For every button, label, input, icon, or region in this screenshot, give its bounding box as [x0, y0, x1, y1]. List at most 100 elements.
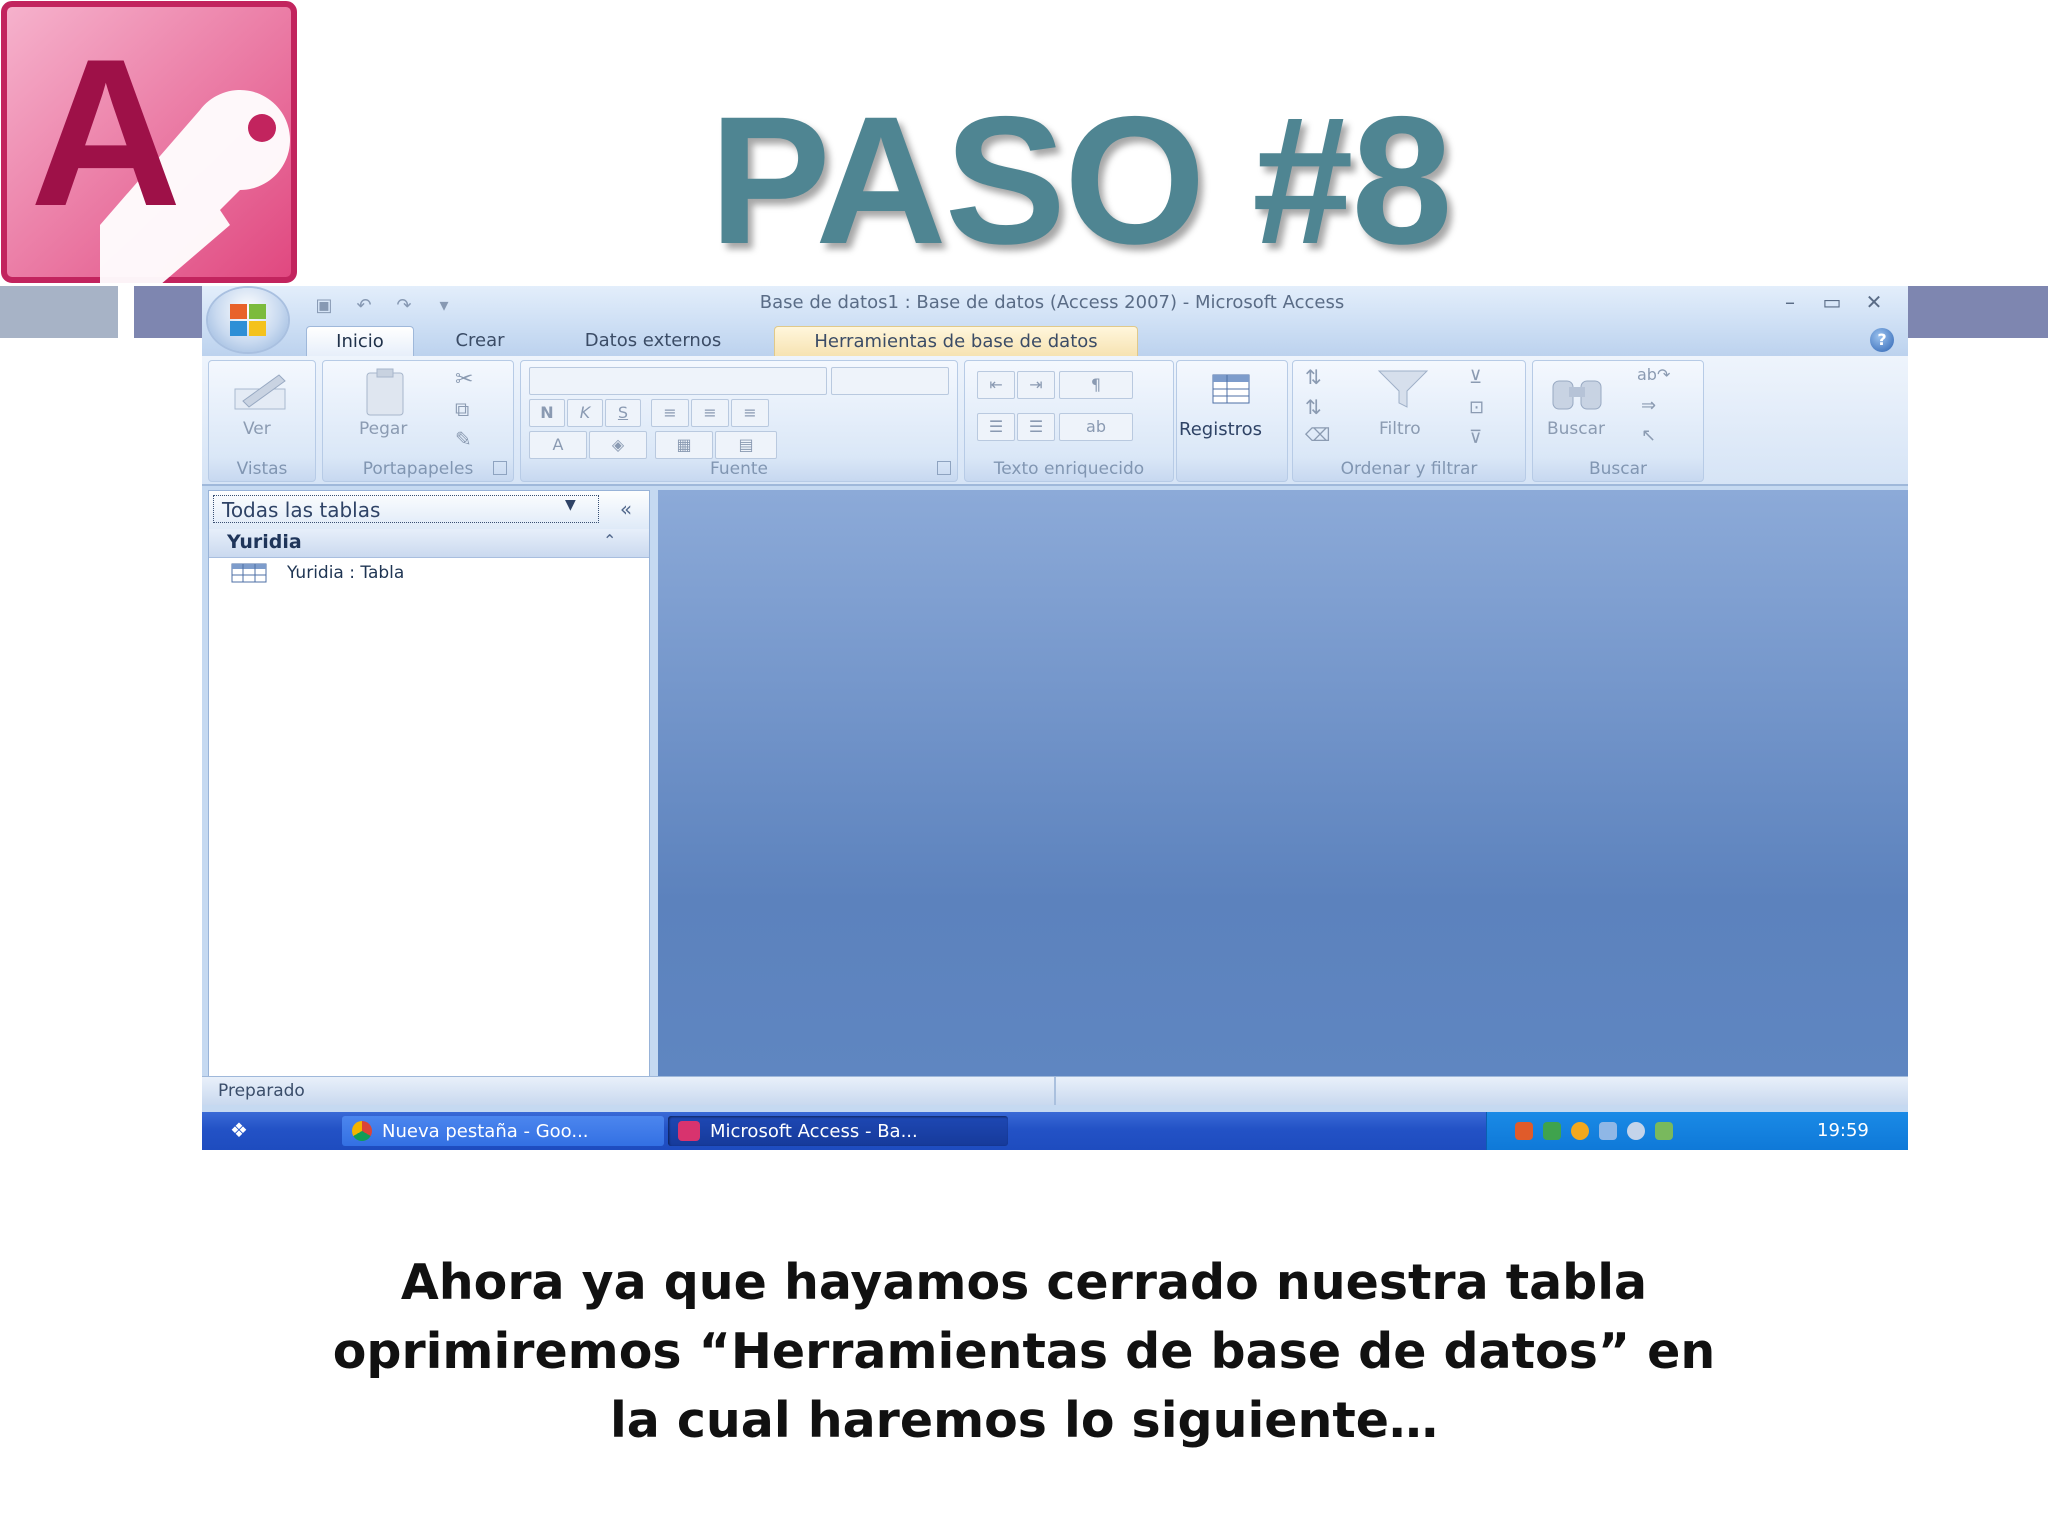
- cut-icon[interactable]: ✂: [455, 367, 473, 392]
- group-label: Vistas: [236, 459, 288, 479]
- slide-title: PASO #8: [709, 78, 1452, 282]
- decor-bar: [134, 286, 202, 338]
- paragraph-direction-icon[interactable]: ¶: [1059, 371, 1133, 399]
- alternate-fill-icon[interactable]: ▤: [715, 431, 777, 459]
- highlight-button[interactable]: ab: [1059, 413, 1133, 441]
- dialog-launcher-icon[interactable]: [937, 461, 951, 475]
- numbering-icon[interactable]: ☰: [977, 413, 1015, 441]
- buscar-button[interactable]: Buscar: [1547, 419, 1605, 439]
- go-to-icon[interactable]: ⇒: [1641, 395, 1656, 416]
- taskbar-item-chrome[interactable]: Nueva pestaña - Goo...: [342, 1116, 664, 1146]
- replace-icon[interactable]: ab↷: [1637, 365, 1670, 384]
- group-buscar: Buscar ab↷ ⇒ ↖ Buscar: [1532, 360, 1704, 482]
- group-label: Fuente: [710, 459, 768, 479]
- minimize-button[interactable]: –: [1772, 288, 1808, 316]
- windows-start-icon[interactable]: ❖: [230, 1118, 248, 1142]
- volume-icon[interactable]: [1515, 1122, 1533, 1140]
- status-separator: [1054, 1077, 1056, 1105]
- access-small-icon: [678, 1121, 700, 1141]
- registros-button[interactable]: Registros: [1179, 419, 1262, 440]
- bullets-icon[interactable]: ☰: [1017, 413, 1055, 441]
- bold-button[interactable]: N: [529, 399, 565, 427]
- close-button[interactable]: ✕: [1856, 288, 1892, 316]
- align-right-icon[interactable]: ≡: [731, 399, 769, 427]
- table-icon: [231, 563, 267, 583]
- advanced-filter-icon[interactable]: ⊡: [1469, 397, 1484, 418]
- tab-crear[interactable]: Crear: [428, 326, 532, 356]
- fill-color-icon[interactable]: ◈: [589, 431, 647, 459]
- navigation-pane: Todas las tablas ▼ « Yuridia ⌃ Yuridia :…: [208, 490, 650, 1078]
- undo-icon[interactable]: ↶: [346, 293, 382, 317]
- copy-icon[interactable]: ⧉: [455, 397, 469, 421]
- tab-datos-externos[interactable]: Datos externos: [558, 326, 748, 356]
- sort-descending-icon[interactable]: ⇅: [1305, 395, 1322, 419]
- taskbar: ❖ Nueva pestaña - Goo... Microsoft Acces…: [202, 1112, 1908, 1150]
- network-icon[interactable]: [1543, 1122, 1561, 1140]
- ribbon-tabs: Inicio Crear Datos externos Herramientas…: [202, 322, 1908, 357]
- italic-button[interactable]: K: [567, 399, 603, 427]
- caption-line: Ahora ya que hayamos cerrado nuestra tab…: [400, 1254, 1648, 1311]
- align-center-icon[interactable]: ≡: [691, 399, 729, 427]
- group-label: Buscar: [1588, 459, 1648, 479]
- taskbar-item-label: Microsoft Access - Ba...: [710, 1120, 918, 1142]
- customize-qat-icon[interactable]: ▾: [426, 293, 462, 317]
- group-vistas: Ver Vistas: [208, 360, 316, 482]
- font-size-select[interactable]: [831, 367, 949, 395]
- nav-collapse-button[interactable]: «: [609, 495, 643, 523]
- underline-button[interactable]: S: [605, 399, 641, 427]
- ver-button[interactable]: Ver: [243, 419, 271, 439]
- office-logo-icon: [230, 304, 266, 336]
- group-label: Texto enriquecido: [993, 459, 1145, 479]
- antivirus-icon[interactable]: [1571, 1122, 1589, 1140]
- increase-indent-icon[interactable]: ⇥: [1017, 371, 1055, 399]
- gridlines-icon[interactable]: ▦: [655, 431, 713, 459]
- group-registros: Registros: [1176, 360, 1288, 482]
- toggle-filter-icon[interactable]: ⊽: [1469, 427, 1482, 448]
- redo-icon[interactable]: ↷: [386, 293, 422, 317]
- window-title: Base de datos1 : Base de datos (Access 2…: [759, 292, 1345, 313]
- nav-header: Todas las tablas ▼ «: [209, 491, 649, 529]
- ribbon: Ver Vistas Pegar ✂ ⧉ ✎ Portapapeles N K …: [202, 356, 1908, 486]
- chevron-down-icon[interactable]: ▼: [565, 497, 576, 513]
- clear-sort-icon[interactable]: ⌫: [1305, 425, 1330, 446]
- tab-herramientas-base-datos[interactable]: Herramientas de base de datos: [774, 326, 1138, 357]
- nav-category-select[interactable]: Todas las tablas: [213, 495, 599, 523]
- update-icon[interactable]: [1655, 1122, 1673, 1140]
- quick-access-toolbar: ▣ ↶ ↷ ▾: [306, 292, 462, 318]
- access-logo-letter: A: [30, 15, 182, 250]
- font-name-select[interactable]: [529, 367, 827, 395]
- pegar-button[interactable]: Pegar: [359, 419, 407, 439]
- office-button[interactable]: [208, 288, 288, 352]
- nav-group-label: Yuridia: [227, 531, 302, 553]
- display-icon[interactable]: [1599, 1122, 1617, 1140]
- format-painter-icon[interactable]: ✎: [455, 427, 472, 451]
- save-icon[interactable]: ▣: [306, 293, 342, 317]
- group-ordenar-filtrar: ⇅ ⇅ ⌫ Filtro ⊻ ⊡ ⊽ Ordenar y filtrar: [1292, 360, 1526, 482]
- nav-group-header[interactable]: Yuridia ⌃: [209, 529, 649, 558]
- select-icon[interactable]: ↖: [1641, 425, 1656, 446]
- chrome-icon: [352, 1121, 372, 1141]
- decor-bar: [0, 286, 118, 338]
- group-label: Ordenar y filtrar: [1340, 459, 1478, 479]
- dialog-launcher-icon[interactable]: [493, 461, 507, 475]
- access-window: ▣ ↶ ↷ ▾ Base de datos1 : Base de datos (…: [202, 286, 1908, 1150]
- sort-ascending-icon[interactable]: ⇅: [1305, 365, 1322, 389]
- status-text: Preparado: [218, 1081, 305, 1101]
- binoculars-icon: [1552, 380, 1602, 410]
- help-icon[interactable]: ?: [1870, 328, 1894, 352]
- font-color-button[interactable]: A: [529, 431, 587, 459]
- list-item[interactable]: Yuridia : Tabla: [231, 561, 404, 585]
- taskbar-item-access[interactable]: Microsoft Access - Ba...: [668, 1116, 1008, 1146]
- align-left-icon[interactable]: ≡: [651, 399, 689, 427]
- filter-icon: [1377, 370, 1429, 408]
- restore-button[interactable]: ▭: [1814, 288, 1850, 316]
- tab-inicio[interactable]: Inicio: [306, 326, 414, 357]
- nav-item-label: Yuridia : Tabla: [287, 563, 405, 583]
- decrease-indent-icon[interactable]: ⇤: [977, 371, 1015, 399]
- paste-icon: [366, 368, 404, 416]
- sync-icon[interactable]: [1627, 1122, 1645, 1140]
- selection-filter-icon[interactable]: ⊻: [1469, 367, 1482, 388]
- status-bar: Preparado: [202, 1076, 1908, 1105]
- filtro-button[interactable]: Filtro: [1379, 419, 1421, 439]
- chevron-up-icon[interactable]: ⌃: [603, 531, 616, 550]
